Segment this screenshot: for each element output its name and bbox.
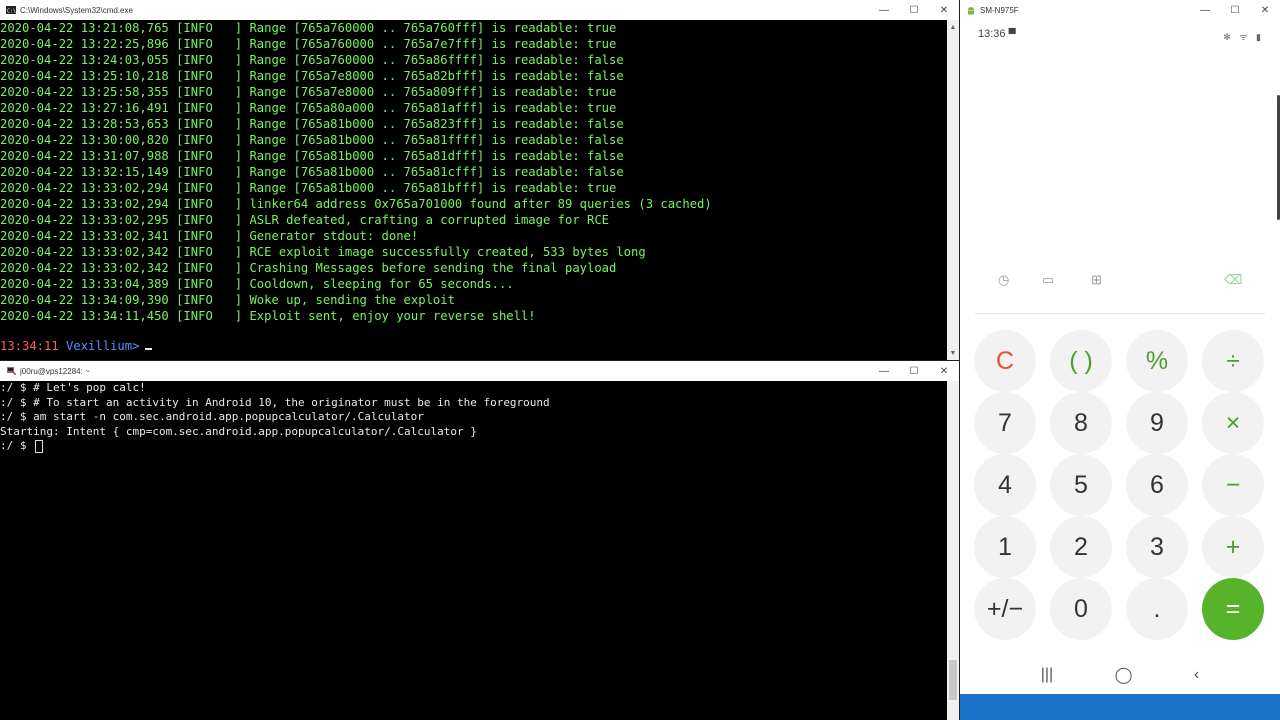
text-cursor bbox=[35, 439, 44, 453]
log-line: 2020-04-22 13:30:00,820 [INFO ] Range [7… bbox=[0, 133, 624, 147]
phone-title: SM-N975F bbox=[980, 5, 1019, 15]
ssh-output[interactable]: :/ $ # Let's pop calc!:/ $ # To start an… bbox=[0, 381, 947, 720]
calc-key[interactable]: 3 bbox=[1126, 516, 1188, 578]
status-icons: ✻ ᯤ ▮ bbox=[1223, 32, 1264, 42]
backspace-icon[interactable]: ⌫ bbox=[1224, 272, 1242, 288]
calc-key[interactable]: 2 bbox=[1050, 516, 1112, 578]
log-line: 2020-04-22 13:32:15,149 [INFO ] Range [7… bbox=[0, 165, 624, 179]
calc-key[interactable]: . bbox=[1126, 578, 1188, 640]
calc-key[interactable]: + bbox=[1202, 516, 1264, 578]
scientific-icon[interactable]: ⊞ bbox=[1091, 272, 1102, 288]
calc-key[interactable]: C bbox=[974, 330, 1036, 392]
calc-key[interactable]: 7 bbox=[974, 392, 1036, 454]
calc-key[interactable]: − bbox=[1202, 454, 1264, 516]
log-line: 2020-04-22 13:33:02,341 [INFO ] Generato… bbox=[0, 229, 419, 243]
log-line: 2020-04-22 13:33:02,342 [INFO ] RCE expl… bbox=[0, 245, 646, 259]
log-line: 2020-04-22 13:34:09,390 [INFO ] Woke up,… bbox=[0, 293, 455, 307]
history-icon[interactable]: ◷ bbox=[998, 272, 1009, 288]
calc-keypad: C( )% ÷ 7 8 9 × 4 5 6− 1 2 3 + +/− 0. = bbox=[974, 330, 1264, 640]
log-line: 2020-04-22 13:24:03,055 [INFO ] Range [7… bbox=[0, 53, 624, 67]
calc-key[interactable]: 9 bbox=[1126, 392, 1188, 454]
log-line: 2020-04-22 13:28:53,653 [INFO ] Range [7… bbox=[0, 117, 624, 131]
prompt-time: 13:34:11 bbox=[0, 339, 59, 353]
calc-key[interactable]: +/− bbox=[974, 578, 1036, 640]
ssh-scrollbar[interactable] bbox=[947, 381, 959, 720]
close-button[interactable]: ✕ bbox=[929, 361, 959, 381]
log-line: 2020-04-22 13:33:02,342 [INFO ] Crashing… bbox=[0, 261, 617, 275]
ssh-line: Starting: Intent { cmp=com.sec.android.a… bbox=[0, 424, 477, 438]
ssh-window: j00ru@vps12284: ~ — ☐ ✕ :/ $ # Let's pop… bbox=[0, 361, 959, 720]
cmd-output[interactable]: 2020-04-22 13:21:08,765 [INFO ] Range [7… bbox=[0, 20, 947, 360]
minimize-button[interactable]: — bbox=[1190, 0, 1220, 20]
calc-key[interactable]: % bbox=[1126, 330, 1188, 392]
ssh-title: j00ru@vps12284: ~ bbox=[20, 366, 90, 376]
ssh-line: :/ $ # Let's pop calc! bbox=[0, 381, 146, 394]
back-icon[interactable]: ‹ bbox=[1194, 666, 1199, 684]
calc-key[interactable]: ( ) bbox=[1050, 330, 1112, 392]
divider bbox=[975, 313, 1265, 314]
home-icon[interactable]: ◯ bbox=[1115, 665, 1133, 685]
close-button[interactable]: ✕ bbox=[929, 0, 959, 20]
ssh-prompt: :/ $ bbox=[0, 439, 947, 454]
recent-apps-icon[interactable]: ||| bbox=[1041, 666, 1053, 684]
calc-key[interactable]: 6 bbox=[1126, 454, 1188, 516]
maximize-button[interactable]: ☐ bbox=[899, 0, 929, 20]
cmd-title: C:\Windows\System32\cmd.exe bbox=[20, 5, 133, 15]
log-line: 2020-04-22 13:31:07,988 [INFO ] Range [7… bbox=[0, 149, 624, 163]
cmd-icon: C:\ bbox=[6, 6, 16, 14]
maximize-button[interactable]: ☐ bbox=[1220, 0, 1250, 20]
log-line: 2020-04-22 13:33:04,389 [INFO ] Cooldown… bbox=[0, 277, 514, 291]
phone-titlebar[interactable]: SM-N975F — ☐ ✕ bbox=[960, 0, 1280, 20]
calc-key[interactable]: 8 bbox=[1050, 392, 1112, 454]
calc-key[interactable]: 5 bbox=[1050, 454, 1112, 516]
scroll-down-icon[interactable]: ▼ bbox=[947, 346, 959, 360]
android-icon bbox=[968, 7, 974, 15]
log-line: 2020-04-22 13:34:11,450 [INFO ] Exploit … bbox=[0, 309, 536, 323]
ruler-icon[interactable]: ▭ bbox=[1042, 272, 1054, 288]
log-line: 2020-04-22 13:27:16,491 [INFO ] Range [7… bbox=[0, 101, 617, 115]
cmd-scrollbar[interactable]: ▲ ▼ bbox=[947, 20, 959, 360]
cmd-window: C:\ C:\Windows\System32\cmd.exe — ☐ ✕ 20… bbox=[0, 0, 959, 360]
text-cursor bbox=[145, 348, 153, 350]
calc-key[interactable]: ÷ bbox=[1202, 330, 1264, 392]
calc-tools: ◷ ▭ ⊞ ⌫ bbox=[960, 272, 1280, 292]
status-time: 13:36 bbox=[978, 28, 1006, 40]
status-bar: 13:36 ▀ bbox=[978, 28, 1016, 40]
prompt-name: Vexillium> bbox=[66, 339, 140, 353]
close-button[interactable]: ✕ bbox=[1250, 0, 1280, 20]
minimize-button[interactable]: — bbox=[869, 0, 899, 20]
maximize-button[interactable]: ☐ bbox=[899, 361, 929, 381]
ssh-line: :/ $ am start -n com.sec.android.app.pop… bbox=[0, 410, 424, 424]
taskbar-strip bbox=[960, 694, 1280, 720]
scroll-up-icon[interactable]: ▲ bbox=[947, 20, 959, 34]
calc-key[interactable]: = bbox=[1202, 578, 1264, 640]
log-line: 2020-04-22 13:33:02,294 [INFO ] Range [7… bbox=[0, 181, 617, 195]
log-line: 2020-04-22 13:33:02,295 [INFO ] ASLR def… bbox=[0, 213, 610, 227]
putty-icon bbox=[7, 367, 16, 375]
ssh-prompt-text: :/ $ bbox=[0, 439, 34, 453]
calc-key[interactable]: 4 bbox=[974, 454, 1036, 516]
android-nav-bar: ||| ◯ ‹ bbox=[960, 662, 1280, 688]
ssh-titlebar[interactable]: j00ru@vps12284: ~ — ☐ ✕ bbox=[0, 361, 959, 381]
message-icon: ▀ bbox=[1008, 29, 1016, 40]
scroll-thumb[interactable] bbox=[949, 660, 957, 700]
log-line: 2020-04-22 13:33:02,294 [INFO ] linker64… bbox=[0, 197, 712, 211]
ssh-line: :/ $ # To start an activity in Android 1… bbox=[0, 395, 550, 409]
calc-key[interactable]: × bbox=[1202, 392, 1264, 454]
log-line: 2020-04-22 13:25:58,355 [INFO ] Range [7… bbox=[0, 85, 617, 99]
log-line: 2020-04-22 13:21:08,765 [INFO ] Range [7… bbox=[0, 21, 617, 35]
phone-window: SM-N975F — ☐ ✕ 13:36 ▀ ✻ ᯤ ▮ ◷ ▭ ⊞ ⌫ C( … bbox=[960, 0, 1280, 720]
calc-key[interactable]: 0 bbox=[1050, 578, 1112, 640]
calc-key[interactable]: 1 bbox=[974, 516, 1036, 578]
cmd-titlebar[interactable]: C:\ C:\Windows\System32\cmd.exe — ☐ ✕ bbox=[0, 0, 959, 20]
log-line: 2020-04-22 13:22:25,896 [INFO ] Range [7… bbox=[0, 37, 617, 51]
svg-text:C:\: C:\ bbox=[7, 9, 16, 15]
cmd-prompt: 13:34:11 Vexillium> bbox=[0, 338, 947, 354]
log-line: 2020-04-22 13:25:10,218 [INFO ] Range [7… bbox=[0, 69, 624, 83]
minimize-button[interactable]: — bbox=[869, 361, 899, 381]
